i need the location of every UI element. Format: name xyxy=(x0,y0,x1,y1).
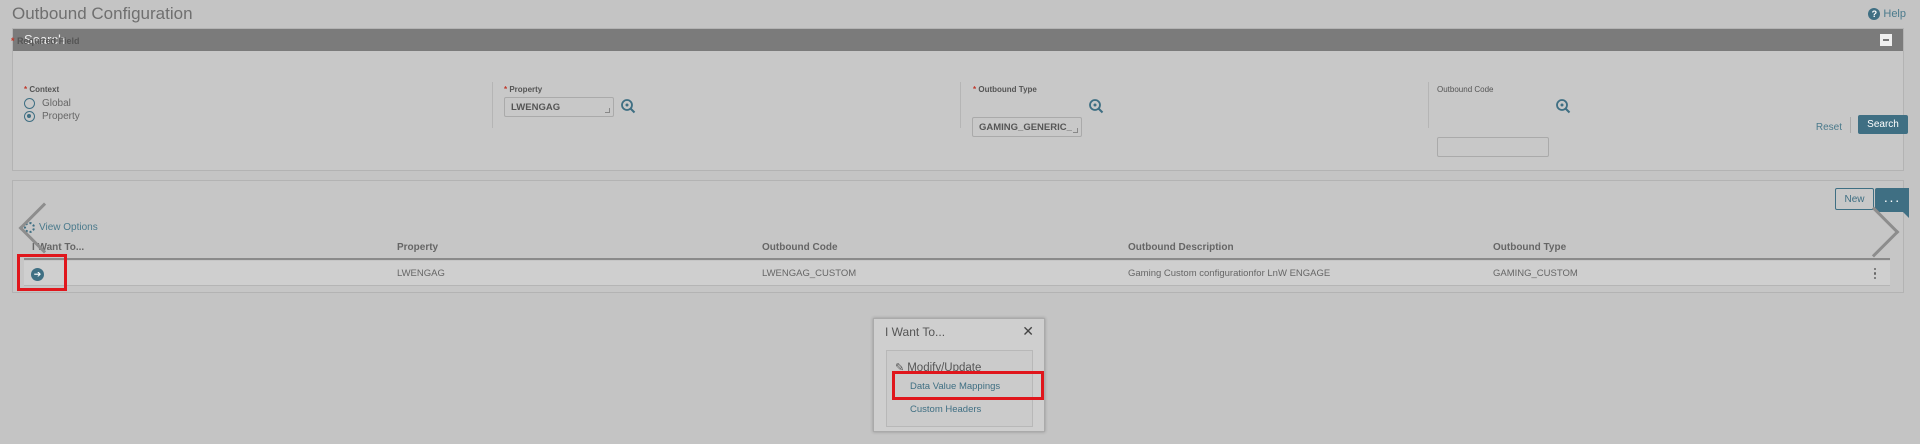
menu-item-custom-headers[interactable]: Custom Headers xyxy=(910,404,981,415)
cell-outbound-description: Gaming Custom configurationfor LnW ENGAG… xyxy=(1128,268,1331,279)
help-link[interactable]: ? Help xyxy=(1868,8,1906,20)
context-radio-property[interactable]: Property xyxy=(24,111,80,122)
search-panel-header: Search xyxy=(13,29,1903,51)
outbound-type-label: * Outbound Type xyxy=(973,85,1037,94)
column-header-outbound-type[interactable]: Outbound Type xyxy=(1493,242,1566,253)
radio-label-global: Global xyxy=(42,98,71,109)
search-panel: Search xyxy=(12,28,1904,171)
column-header-outbound-description[interactable]: Outbound Description xyxy=(1128,242,1234,253)
page-title: Outbound Configuration xyxy=(12,4,193,23)
outbound-code-input[interactable] xyxy=(1437,137,1549,157)
field-separator xyxy=(492,82,493,128)
reset-link[interactable]: Reset xyxy=(1816,122,1842,133)
search-lov-icon[interactable] xyxy=(620,98,636,114)
outbound-code-label: Outbound Code xyxy=(1437,85,1494,94)
close-icon[interactable]: ✕ xyxy=(1022,323,1034,340)
new-button[interactable]: New xyxy=(1835,188,1874,210)
table-header-divider xyxy=(24,258,1890,260)
radio-label-property: Property xyxy=(42,111,80,122)
button-divider xyxy=(1850,117,1851,133)
cell-property: LWENGAG xyxy=(397,268,445,279)
search-button[interactable]: Search xyxy=(1858,115,1908,134)
more-actions-button[interactable]: ··· xyxy=(1875,188,1909,212)
outbound-type-input[interactable]: GAMING_GENERIC_ xyxy=(972,117,1082,137)
highlight-box-row-action xyxy=(17,254,67,291)
help-label: Help xyxy=(1883,8,1906,20)
search-lov-icon[interactable] xyxy=(1555,98,1571,114)
context-radio-global[interactable]: Global xyxy=(24,98,71,109)
field-separator xyxy=(960,82,961,128)
radio-button-checked-icon[interactable] xyxy=(24,111,35,122)
more-actions-tail xyxy=(1901,210,1909,218)
required-field-note: * Required Field xyxy=(11,36,80,46)
collapse-button[interactable] xyxy=(1880,34,1892,46)
property-label: * Property xyxy=(504,85,543,94)
search-lov-icon[interactable] xyxy=(1088,98,1104,114)
help-icon: ? xyxy=(1868,8,1881,20)
column-header-outbound-code[interactable]: Outbound Code xyxy=(762,242,838,253)
property-input[interactable]: LWENGAG xyxy=(504,97,614,117)
popup-title: I Want To... xyxy=(885,325,946,339)
table-row[interactable] xyxy=(24,261,1890,286)
context-label: * Context xyxy=(24,85,60,94)
row-kebab-menu-icon[interactable] xyxy=(1868,265,1882,282)
highlight-box-data-value-mappings xyxy=(892,371,1044,400)
cell-outbound-type: GAMING_CUSTOM xyxy=(1493,268,1578,279)
field-separator xyxy=(1428,82,1429,128)
radio-button-icon[interactable] xyxy=(24,98,35,109)
minus-icon xyxy=(1883,39,1889,41)
column-header-property[interactable]: Property xyxy=(397,242,438,253)
cell-outbound-code: LWENGAG_CUSTOM xyxy=(762,268,857,279)
